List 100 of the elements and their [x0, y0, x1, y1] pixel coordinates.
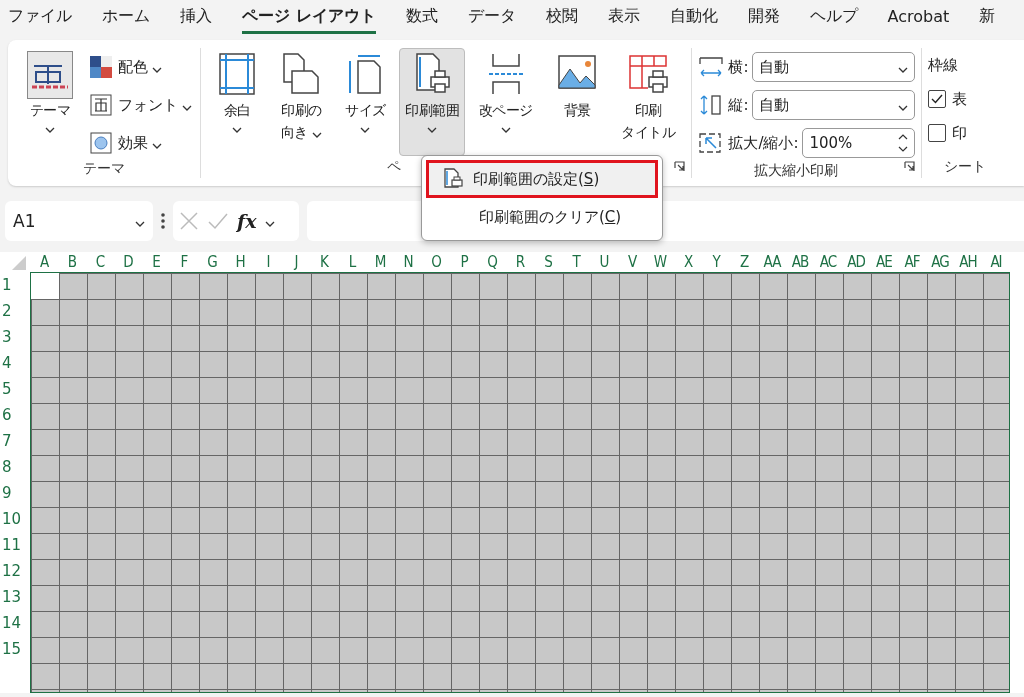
ribbon-tab[interactable]: 数式	[405, 2, 438, 34]
row-header[interactable]: 1	[0, 272, 30, 298]
dialog-launcher-icon[interactable]	[903, 161, 915, 172]
column-header[interactable]: AD	[842, 252, 870, 272]
column-header[interactable]: Y	[702, 252, 730, 272]
column-header[interactable]: M	[366, 252, 394, 272]
ribbon-tab[interactable]: 新	[979, 2, 996, 34]
scale-dropdown[interactable]: 自動	[752, 90, 915, 120]
ribbon-tab[interactable]: 自動化	[669, 2, 718, 34]
ribbon-tab[interactable]: Acrobat	[887, 3, 950, 33]
row-header[interactable]: 8	[0, 454, 30, 480]
column-header[interactable]: C	[86, 252, 114, 272]
checkbox[interactable]	[927, 90, 946, 108]
page-setup-button[interactable]: 改ページ	[468, 48, 544, 158]
column-header[interactable]: L	[338, 252, 366, 272]
column-header[interactable]: N	[394, 252, 422, 272]
column-header[interactable]: D	[114, 252, 142, 272]
ribbon-tab[interactable]: ページ レイアウト	[242, 2, 376, 34]
theme-icon	[27, 51, 73, 99]
column-header[interactable]: AE	[870, 252, 898, 272]
ribbon-tab[interactable]: 表示	[607, 2, 640, 34]
landscape-picture-icon	[558, 55, 596, 89]
scale-spinner[interactable]: 100%	[802, 128, 915, 158]
column-header[interactable]: AF	[898, 252, 926, 272]
ribbon-tab[interactable]: ヘルプ	[809, 2, 858, 34]
field-label: 拡大/縮小:	[728, 133, 799, 153]
theme-option-button[interactable]: 効果	[90, 126, 192, 160]
row-header[interactable]: 9	[0, 480, 30, 506]
column-header[interactable]: U	[590, 252, 618, 272]
column-header[interactable]: Z	[730, 252, 758, 272]
column-header[interactable]: G	[198, 252, 226, 272]
scale-dropdown[interactable]: 自動	[752, 52, 915, 82]
orientation-icon	[283, 53, 320, 94]
column-header[interactable]: Q	[478, 252, 506, 272]
chevron-down-icon	[152, 67, 162, 73]
column-header[interactable]: R	[506, 252, 534, 272]
row-header[interactable]: 5	[0, 376, 30, 402]
theme-option-button[interactable]: フォント	[90, 88, 192, 122]
row-header[interactable]: 12	[0, 558, 30, 584]
checkbox[interactable]	[927, 124, 946, 142]
theme-button[interactable]: テーマ	[14, 48, 86, 160]
column-header[interactable]: B	[58, 252, 86, 272]
column-header[interactable]: T	[562, 252, 590, 272]
column-header[interactable]: V	[618, 252, 646, 272]
column-header[interactable]: O	[422, 252, 450, 272]
row-header[interactable]: 6	[0, 402, 30, 428]
section-heading: 枠線	[927, 54, 959, 76]
ribbon-tab[interactable]: 挿入	[180, 2, 212, 34]
column-header[interactable]: J	[282, 252, 310, 272]
insert-function-button[interactable]: fx	[237, 210, 257, 232]
page-setup-button[interactable]: 印刷の 向き	[271, 48, 332, 158]
chevron-down-icon	[897, 105, 908, 111]
page-setup-button[interactable]: 印刷範囲	[399, 48, 465, 156]
column-header[interactable]: E	[142, 252, 170, 272]
row-header[interactable]: 3	[0, 324, 30, 350]
row-header[interactable]: 10	[0, 506, 30, 532]
ribbon-tab[interactable]: 校閲	[545, 2, 578, 34]
column-header[interactable]: AC	[814, 252, 842, 272]
dialog-launcher-icon[interactable]	[674, 161, 686, 172]
ribbon-tab[interactable]: 開発	[747, 2, 780, 34]
page-setup-button[interactable]: サイズ	[335, 48, 396, 158]
column-header[interactable]: I	[254, 252, 282, 272]
column-header[interactable]: S	[534, 252, 562, 272]
cancel-icon[interactable]	[179, 211, 199, 231]
row-header[interactable]: 4	[0, 350, 30, 376]
row-header[interactable]: 13	[0, 584, 30, 610]
page-setup-button[interactable]: 背景	[547, 48, 608, 158]
column-header[interactable]: AB	[786, 252, 814, 272]
page-setup-button[interactable]: 余白	[207, 48, 268, 158]
page-setup-button[interactable]: 印刷 タイトル	[611, 48, 686, 158]
ribbon-tab[interactable]: ホーム	[102, 2, 150, 34]
row-header[interactable]: 2	[0, 298, 30, 324]
font-icon	[90, 94, 112, 116]
name-box[interactable]: A1	[5, 201, 153, 241]
column-header[interactable]: X	[674, 252, 702, 272]
row-header[interactable]: 15	[0, 636, 30, 662]
row-header[interactable]: 11	[0, 532, 30, 558]
theme-option-button[interactable]: 配色	[90, 50, 192, 84]
column-header[interactable]: W	[646, 252, 674, 272]
checkmark-icon[interactable]	[207, 211, 229, 231]
column-header[interactable]: H	[226, 252, 254, 272]
menu-item[interactable]: 印刷範囲のクリア(C)	[426, 198, 658, 236]
column-header[interactable]: AI	[982, 252, 1010, 272]
width-arrow-icon	[698, 56, 725, 78]
selected-cell-range[interactable]	[30, 272, 1010, 693]
ribbon-tab[interactable]: データ	[467, 2, 516, 34]
active-cell[interactable]	[31, 273, 59, 299]
column-header[interactable]: K	[310, 252, 338, 272]
row-header[interactable]: 7	[0, 428, 30, 454]
ribbon-tab[interactable]: ファイル	[8, 2, 72, 34]
column-header[interactable]: AH	[954, 252, 982, 272]
column-header[interactable]: P	[450, 252, 478, 272]
menu-item[interactable]: 印刷範囲の設定(S)	[426, 160, 658, 198]
column-header[interactable]: F	[170, 252, 198, 272]
row-header[interactable]: 14	[0, 610, 30, 636]
print-titles-icon	[629, 55, 668, 93]
column-header[interactable]: AG	[926, 252, 954, 272]
column-header[interactable]: A	[30, 252, 58, 272]
column-header[interactable]: AA	[758, 252, 786, 272]
more-options-icon[interactable]	[161, 213, 165, 229]
